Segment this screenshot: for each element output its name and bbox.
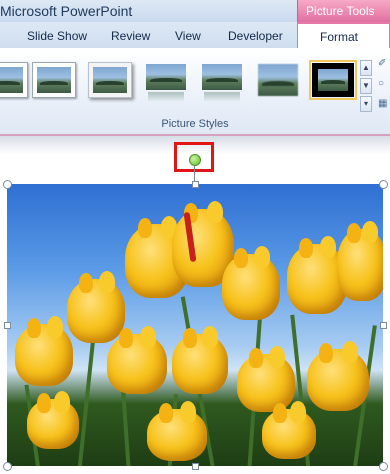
picture-style-item[interactable] (88, 62, 132, 98)
resize-handle-bottom-left[interactable] (3, 462, 12, 471)
picture-format-tools: ✐ ○ ▦ (378, 58, 390, 118)
picture-layout-icon[interactable]: ▦ (378, 98, 390, 114)
tab-view[interactable]: View (175, 29, 201, 43)
rotation-handle[interactable] (189, 154, 201, 166)
picture-style-item[interactable] (144, 62, 188, 102)
resize-handle-left[interactable] (4, 322, 11, 329)
gallery-down-icon[interactable]: ▼ (360, 78, 372, 94)
tulip-flower (107, 326, 167, 394)
tab-slide-show[interactable]: Slide Show (27, 29, 87, 43)
group-label: Picture Styles (161, 118, 229, 130)
tab-developer[interactable]: Developer (228, 29, 283, 43)
title-bar: Microsoft PowerPoint Picture Tools (0, 0, 390, 23)
style-thumbnail (146, 64, 186, 90)
style-thumbnail (0, 67, 23, 93)
style-thumbnail (202, 64, 242, 90)
tulip-flower (147, 401, 207, 461)
picture-style-item[interactable] (0, 62, 28, 98)
ribbon-picture-styles-group: ▲ ▼ ▾ ✐ ○ ▦ Picture Styles (0, 48, 390, 136)
tulip-stem (77, 334, 96, 466)
picture-style-item[interactable] (32, 62, 76, 98)
style-thumbnail (93, 67, 127, 93)
picture-effects-icon[interactable]: ○ (378, 78, 390, 94)
tab-review[interactable]: Review (111, 29, 150, 43)
tulip-flower (337, 221, 383, 301)
style-thumbnail (318, 69, 348, 91)
resize-handle-top-left[interactable] (3, 180, 12, 189)
resize-handle-right[interactable] (380, 322, 387, 329)
tulip-flower (15, 316, 73, 386)
style-thumbnail (258, 64, 298, 96)
picture-style-item-selected[interactable] (309, 60, 357, 100)
style-thumbnail (37, 67, 71, 93)
tab-format[interactable]: Format (297, 22, 390, 49)
selected-picture[interactable] (7, 184, 383, 466)
gallery-more-icon[interactable]: ▾ (360, 96, 372, 112)
tulip-flower (237, 346, 295, 412)
tulip-flower (262, 401, 316, 459)
tulip-flower (307, 341, 369, 411)
picture-border-icon[interactable]: ✐ (378, 58, 390, 74)
picture-style-item[interactable] (200, 62, 244, 102)
tulip-flower (27, 391, 79, 449)
picture-tools-label: Picture Tools (306, 4, 375, 18)
tulip-flower (172, 326, 228, 394)
resize-handle-top[interactable] (192, 181, 199, 188)
resize-handle-bottom-right[interactable] (379, 462, 388, 471)
tulip-flower (222, 246, 280, 320)
gallery-scroll: ▲ ▼ ▾ (360, 60, 372, 114)
app-title: Microsoft PowerPoint (0, 3, 133, 19)
picture-tools-header: Picture Tools (297, 0, 390, 22)
tab-format-label: Format (320, 30, 359, 44)
resize-handle-top-right[interactable] (379, 180, 388, 189)
picture-style-item[interactable] (256, 62, 300, 98)
gallery-up-icon[interactable]: ▲ (360, 60, 372, 76)
resize-handle-bottom[interactable] (192, 463, 199, 470)
tulip-flower (67, 271, 125, 343)
